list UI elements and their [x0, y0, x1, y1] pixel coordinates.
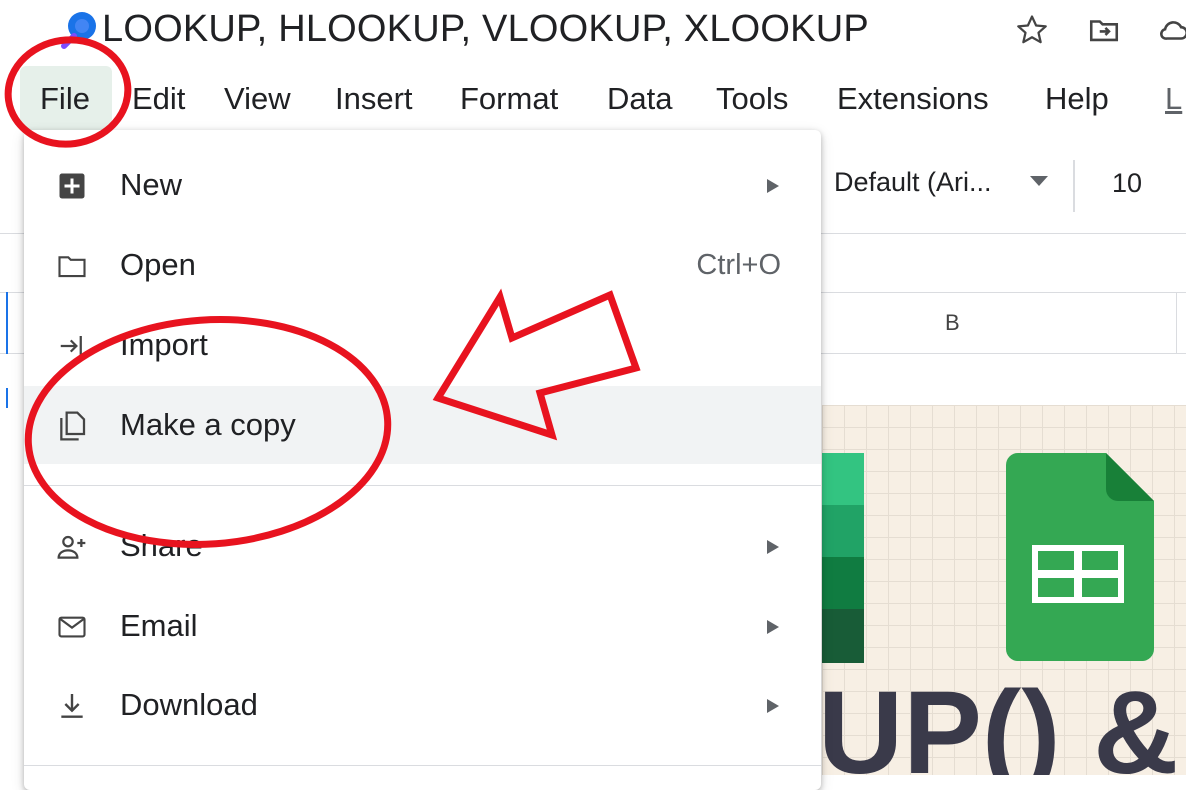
new-plus-icon: [54, 168, 90, 204]
column-header-b[interactable]: B: [945, 310, 960, 336]
file-menu-import[interactable]: Import: [24, 306, 821, 384]
file-menu-share-label: Share: [120, 528, 203, 563]
menu-help[interactable]: Help: [1045, 68, 1109, 130]
submenu-arrow-icon: [767, 179, 779, 193]
column-divider[interactable]: [1176, 293, 1177, 353]
file-menu-email-label: Email: [120, 608, 198, 643]
menu-bar: File Edit View Insert Format Data Tools …: [0, 68, 1186, 130]
menu-last-edit-link[interactable]: L: [1165, 68, 1182, 130]
file-menu-download-label: Download: [120, 687, 258, 722]
menu-format[interactable]: Format: [460, 68, 558, 130]
star-icon[interactable]: [1014, 12, 1050, 48]
file-menu-download[interactable]: Download: [24, 666, 821, 744]
person-add-icon: [54, 529, 90, 565]
file-menu-open-label: Open: [120, 247, 196, 282]
file-menu-dropdown: New Open Ctrl+O Import Make a copy Share…: [24, 130, 821, 790]
menu-divider: [24, 765, 821, 766]
file-menu-new-label: New: [120, 167, 183, 202]
toolbar-divider: [1073, 160, 1075, 212]
move-to-folder-icon[interactable]: [1086, 12, 1122, 48]
menu-extensions[interactable]: Extensions: [837, 68, 989, 130]
file-menu-make-a-copy-label: Make a copy: [120, 407, 296, 442]
menu-tools[interactable]: Tools: [716, 68, 788, 130]
menu-edit[interactable]: Edit: [132, 68, 185, 130]
embedded-thumbnail-image[interactable]: UP() & I: [822, 405, 1186, 775]
file-menu-share[interactable]: Share: [24, 507, 821, 585]
file-menu-new[interactable]: New: [24, 146, 821, 224]
download-icon: [54, 688, 90, 724]
menu-divider: [24, 485, 821, 486]
import-icon: [54, 328, 90, 364]
file-menu-open[interactable]: Open Ctrl+O: [24, 226, 821, 304]
cloud-status-icon[interactable]: [1156, 12, 1186, 48]
submenu-arrow-icon: [767, 620, 779, 634]
menu-view[interactable]: View: [224, 68, 291, 130]
menu-insert[interactable]: Insert: [335, 68, 413, 130]
file-menu-import-label: Import: [120, 327, 208, 362]
app-logo-icon[interactable]: [58, 10, 98, 50]
thumbnail-title-text: UP() & I: [822, 667, 1186, 775]
folder-icon: [54, 248, 90, 284]
menu-data[interactable]: Data: [607, 68, 672, 130]
menu-file[interactable]: File: [40, 68, 90, 130]
submenu-arrow-icon: [767, 540, 779, 554]
font-size-input[interactable]: 10: [1112, 168, 1142, 199]
file-menu-make-a-copy[interactable]: Make a copy: [24, 386, 821, 464]
mail-icon: [54, 609, 90, 645]
document-title[interactable]: LOOKUP, HLOOKUP, VLOOKUP, XLOOKUP: [102, 8, 869, 51]
selection-indicator: [6, 292, 8, 354]
font-family-select[interactable]: Default (Ari...: [834, 167, 992, 198]
excel-logo-icon: [822, 453, 864, 663]
chevron-down-icon[interactable]: [1030, 176, 1048, 186]
file-menu-open-shortcut: Ctrl+O: [696, 249, 781, 281]
google-sheets-logo-icon: [1006, 453, 1154, 661]
file-menu-email[interactable]: Email: [24, 587, 821, 665]
selection-indicator-lower: [6, 388, 8, 408]
submenu-arrow-icon: [767, 699, 779, 713]
copy-icon: [54, 408, 90, 444]
